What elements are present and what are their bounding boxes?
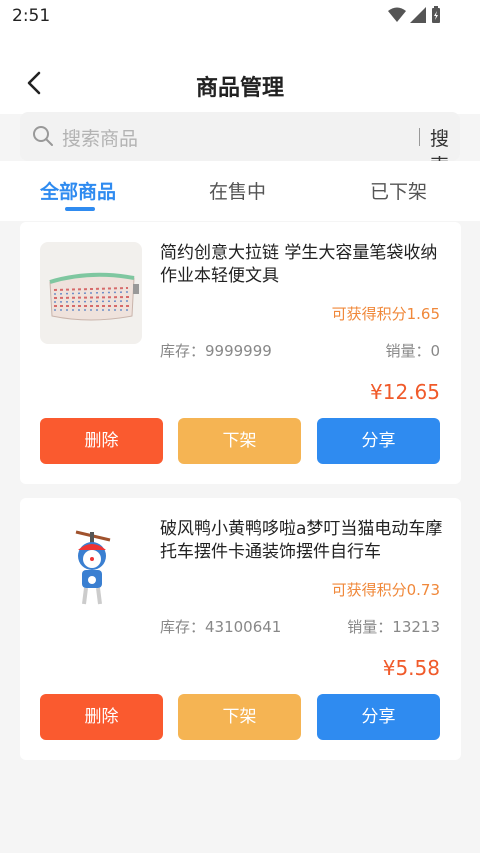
search-divider bbox=[419, 128, 420, 146]
product-card[interactable]: 破风鸭小黄鸭哆啦a梦叮当猫电动车摩托车摆件卡通装饰摆件自行车 可获得积分0.73… bbox=[20, 498, 461, 760]
delete-button[interactable]: 删除 bbox=[40, 694, 163, 740]
delete-button[interactable]: 删除 bbox=[40, 418, 163, 464]
search-bar[interactable]: 搜索商品 搜索 bbox=[20, 112, 460, 177]
tab-all-products[interactable]: 全部商品 bbox=[40, 177, 116, 204]
active-tab-indicator bbox=[65, 207, 95, 211]
search-icon bbox=[33, 126, 53, 146]
top-navigation: 商品管理 bbox=[0, 34, 480, 114]
wifi-icon bbox=[388, 7, 406, 22]
status-time: 2:51 bbox=[12, 6, 51, 26]
tab-on-sale[interactable]: 在售中 bbox=[209, 177, 266, 204]
product-price: ¥5.58 bbox=[382, 656, 440, 680]
product-card[interactable]: 简约创意大拉链 学生大容量笔袋收纳作业本轻便文具 可获得积分1.65 库存：99… bbox=[20, 222, 461, 484]
search-input[interactable]: 搜索商品 bbox=[62, 124, 138, 151]
product-title: 破风鸭小黄鸭哆啦a梦叮当猫电动车摩托车摆件卡通装饰摆件自行车 bbox=[160, 519, 443, 562]
product-image bbox=[40, 518, 142, 620]
share-button[interactable]: 分享 bbox=[317, 418, 440, 464]
off-shelf-button[interactable]: 下架 bbox=[178, 694, 301, 740]
reward-points: 可获得积分0.73 bbox=[331, 581, 440, 599]
signal-icon bbox=[410, 7, 426, 23]
product-title: 简约创意大拉链 学生大容量笔袋收纳作业本轻便文具 bbox=[160, 243, 438, 286]
product-image bbox=[40, 242, 142, 344]
share-button[interactable]: 分享 bbox=[317, 694, 440, 740]
sales-count: 销量：13213 bbox=[347, 618, 440, 636]
off-shelf-button[interactable]: 下架 bbox=[178, 418, 301, 464]
stock-count: 库存：43100641 bbox=[160, 618, 282, 636]
tab-off-shelf[interactable]: 已下架 bbox=[370, 177, 427, 204]
battery-icon bbox=[432, 6, 440, 23]
product-price: ¥12.65 bbox=[370, 380, 440, 404]
stock-count: 库存：9999999 bbox=[160, 342, 272, 360]
status-bar: 2:51 bbox=[0, 0, 480, 34]
page-title: 商品管理 bbox=[195, 76, 284, 101]
reward-points: 可获得积分1.65 bbox=[331, 305, 440, 323]
sales-count: 销量：0 bbox=[385, 342, 440, 360]
status-tabs: 全部商品 在售中 已下架 bbox=[0, 161, 480, 221]
pencil-case-image bbox=[49, 272, 139, 321]
doraemon-figure-image bbox=[75, 530, 111, 605]
status-icons bbox=[388, 6, 442, 24]
